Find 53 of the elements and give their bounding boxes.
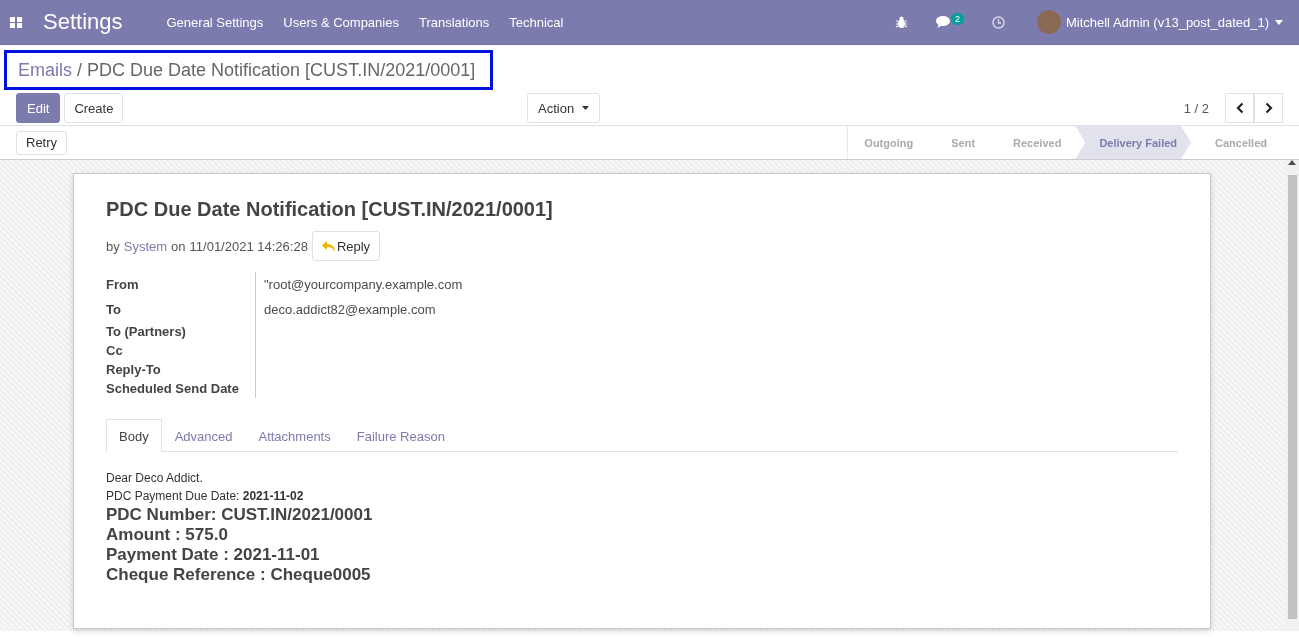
body-heading: Payment Date : 2021-11-01 [106, 545, 321, 565]
field-label: To (Partners) [106, 322, 256, 341]
user-menu[interactable]: Mitchell Admin (v13_post_dated_1) [1065, 14, 1283, 30]
field-label: To [106, 297, 256, 322]
field-label: Reply-To [106, 360, 256, 379]
tab[interactable]: Failure Reason [343, 419, 458, 452]
chevron-left-icon [1235, 102, 1244, 114]
tab[interactable]: Attachments [245, 419, 344, 452]
body-heading: Cheque Reference : Cheque0005 [106, 565, 372, 585]
tab[interactable]: Advanced [161, 419, 246, 452]
menu-item[interactable]: General Settings [156, 14, 274, 30]
menu-item[interactable]: Translations [408, 14, 500, 30]
previous-button[interactable] [1225, 93, 1254, 123]
scrollbar[interactable] [1285, 160, 1299, 631]
email-subject: PDC Due Date Notification [CUST.IN/2021/0001] [106, 198, 554, 221]
author-prefix: by [106, 238, 120, 254]
breadcrumb-link[interactable]: Emails [18, 59, 72, 81]
edit-button[interactable]: Edit [16, 93, 61, 123]
field-value: "root@yourcompany.example.com [264, 276, 463, 293]
date-prefix: on [171, 238, 186, 254]
app-title: Settings [43, 9, 123, 35]
field-label: From [106, 272, 256, 297]
caret-icon [1275, 19, 1283, 25]
clock-icon[interactable] [991, 15, 1005, 29]
caret-icon [582, 106, 590, 110]
action-button[interactable]: Action [527, 93, 601, 123]
body-text: PDC Payment Due Date: 2021-11-02 [106, 488, 305, 505]
bug-icon[interactable] [894, 15, 908, 29]
sent-date: 11/01/2021 14:26:28 [189, 238, 308, 254]
pager-value: 1 / 2 [1183, 100, 1209, 116]
field-label: Scheduled Send Date [106, 379, 256, 398]
next-button[interactable] [1254, 93, 1283, 123]
menu-item[interactable]: Technical [499, 14, 574, 30]
body-heading: Amount : 575.0 [106, 525, 229, 545]
retry-button[interactable]: Retry [16, 130, 68, 155]
author-link[interactable]: System [123, 238, 168, 254]
reply-button[interactable]: Reply [311, 231, 381, 261]
field-value: deco.addict82@example.com [264, 301, 436, 318]
body-heading: PDC Number: CUST.IN/2021/0001 [106, 505, 374, 525]
message-count-badge: 2 [950, 13, 964, 25]
field-label: Cc [106, 341, 256, 360]
chevron-right-icon [1264, 102, 1273, 114]
status-stage[interactable]: Delivery Failed [1075, 126, 1192, 159]
body-text: Dear Deco Addict. [106, 470, 204, 487]
menu-item[interactable]: Users & Companies [273, 14, 409, 30]
reply-icon [321, 240, 335, 252]
create-button[interactable]: Create [64, 93, 124, 123]
breadcrumb-separator: / [77, 59, 83, 81]
breadcrumb-current: PDC Due Date Notification [CUST.IN/2021/0001] [87, 59, 476, 81]
apps-menu-icon[interactable] [10, 15, 23, 29]
tab[interactable]: Body [106, 419, 162, 452]
chat-icon[interactable] [935, 16, 950, 28]
scroll-up-arrow-icon[interactable] [1288, 160, 1296, 165]
